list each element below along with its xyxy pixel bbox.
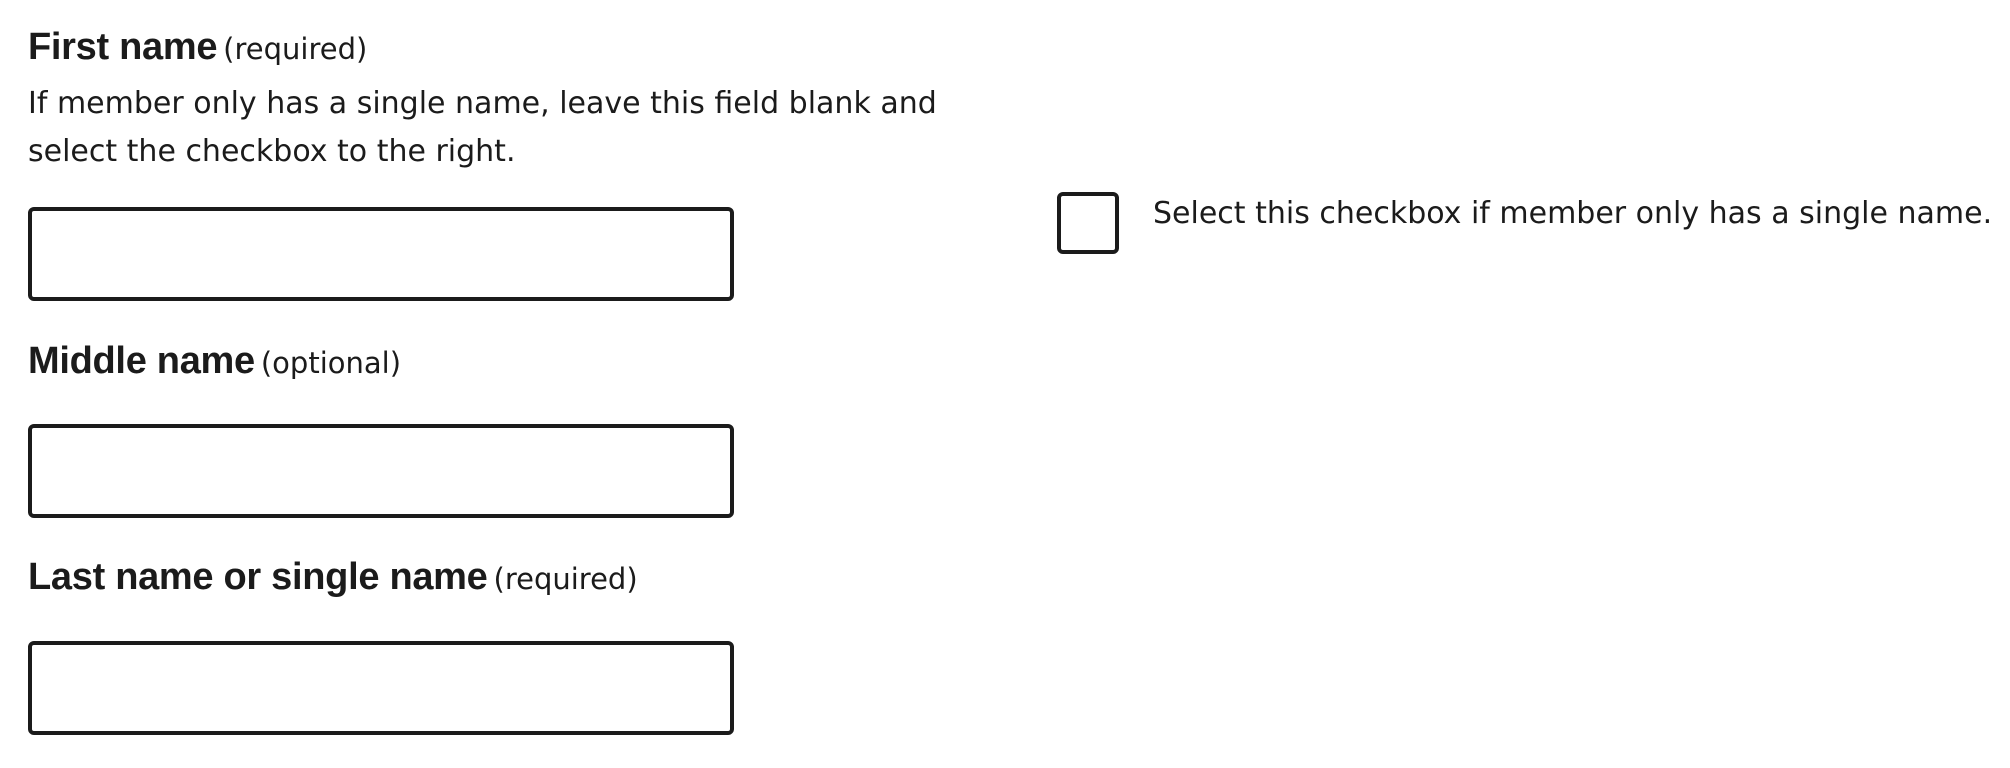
single-name-checkbox-label[interactable]: Select this checkbox if member only has … [1153,196,1992,231]
name-form: First name (required) If member only has … [28,0,1992,768]
first-name-required-note: (required) [223,32,368,66]
last-name-required-note: (required) [493,562,638,596]
last-name-input[interactable] [28,641,734,735]
middle-name-optional-note: (optional) [260,346,402,380]
middle-name-label: Middle name (optional) [28,340,401,383]
middle-name-label-text: Middle name [28,340,255,382]
last-name-label: Last name or single name (required) [28,556,638,599]
first-name-input[interactable] [28,207,734,301]
first-name-label-text: First name [28,26,218,68]
first-name-label: First name (required) [28,26,367,69]
middle-name-input[interactable] [28,424,734,518]
single-name-checkbox[interactable] [1057,192,1119,254]
last-name-label-text: Last name or single name [28,556,488,598]
first-name-hint-line-2: select the checkbox to the right. [28,134,516,169]
first-name-hint-line-1: If member only has a single name, leave … [28,86,937,121]
single-name-checkbox-row[interactable]: Select this checkbox if member only has … [1057,192,1992,254]
